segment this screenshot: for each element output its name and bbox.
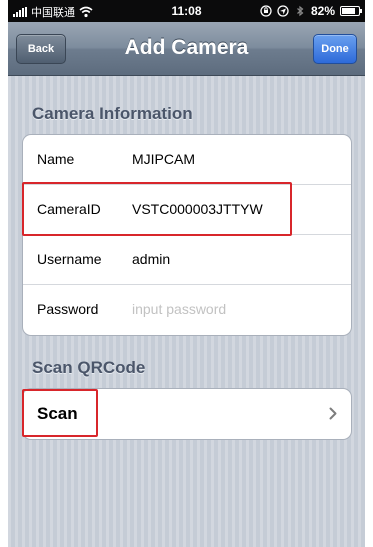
camera-id-highlight-box (22, 182, 292, 236)
username-row[interactable]: Username admin (23, 235, 351, 285)
chevron-right-icon (329, 407, 337, 420)
navigation-bar: Back Add Camera Done (8, 22, 365, 76)
scan-qrcode-header: Scan QRCode (32, 358, 146, 377)
location-icon (277, 5, 289, 17)
row-label: Name (37, 151, 75, 167)
battery-level (342, 8, 356, 14)
app-screen: 中国联通 11:08 82% Back Add Camera Done Came… (8, 0, 365, 547)
lock-rotation-icon (260, 5, 272, 17)
username-field[interactable]: admin (132, 251, 170, 267)
row-label: Password (37, 301, 99, 317)
name-field[interactable]: MJIPCAM (132, 151, 195, 167)
bluetooth-icon (297, 5, 304, 17)
scan-highlight-box (22, 389, 98, 437)
status-right: 82% (260, 4, 362, 18)
name-row[interactable]: Name MJIPCAM (23, 135, 351, 185)
page-title: Add Camera (124, 36, 249, 59)
password-row[interactable]: Password input password (23, 285, 351, 335)
password-field[interactable]: input password (132, 301, 226, 317)
camera-info-header: Camera Information (32, 104, 193, 123)
status-bar: 中国联通 11:08 82% (8, 0, 365, 22)
row-label: Username (37, 251, 102, 267)
battery-percent: 82% (310, 4, 335, 18)
battery-icon (340, 6, 362, 16)
done-button[interactable]: Done (313, 34, 357, 64)
